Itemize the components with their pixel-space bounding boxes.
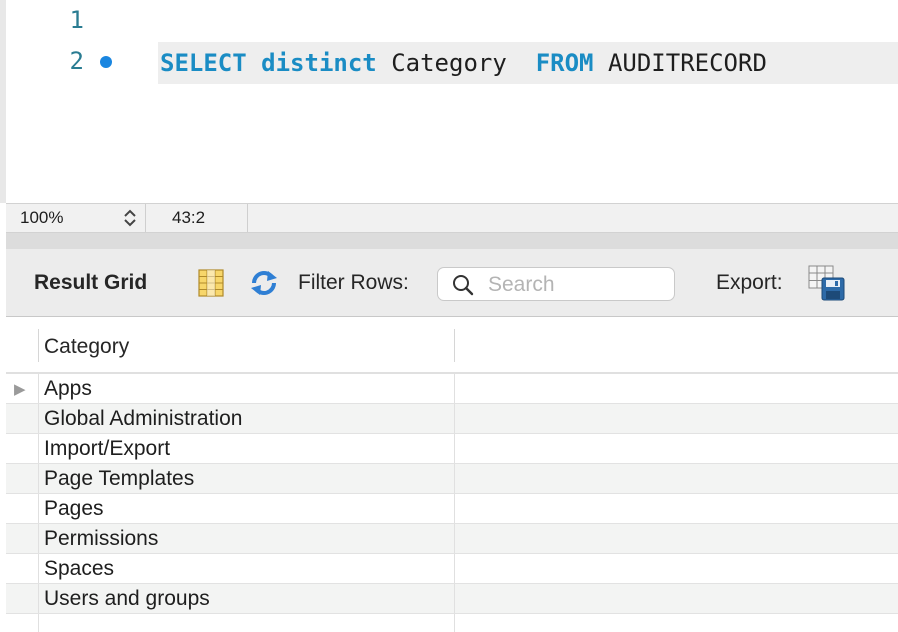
row-selector[interactable] — [6, 524, 39, 553]
zoom-control[interactable]: 100% — [6, 204, 146, 232]
refresh-icon[interactable] — [248, 269, 280, 297]
column-header-category[interactable]: Category — [39, 329, 455, 362]
cell-text: Global Administration — [44, 407, 243, 430]
table-row[interactable]: ▶ Apps — [6, 374, 898, 404]
sql-keyword: FROM — [535, 49, 594, 77]
table-row[interactable]: Spaces — [6, 554, 898, 584]
line-number: 2 — [69, 47, 84, 75]
panel-splitter[interactable] — [6, 233, 898, 249]
editor-status-bar: 100% 43:2 — [6, 203, 898, 233]
grid-layout-icon[interactable] — [198, 269, 224, 297]
row-selector[interactable] — [6, 464, 39, 493]
cell-text: Pages — [44, 497, 104, 520]
table-row[interactable]: Users and groups — [6, 584, 898, 614]
table-cell[interactable]: Page Templates — [39, 464, 455, 493]
export-icon[interactable] — [808, 265, 846, 301]
line-number: 1 — [69, 6, 84, 34]
cell-text: Spaces — [44, 557, 115, 580]
sql-editor[interactable]: 1 2 SELECT distinct Category FROM AUDITR… — [0, 0, 898, 203]
row-selector[interactable] — [6, 584, 39, 613]
cell-text: Apps — [44, 377, 92, 400]
cell-text: Page Templates — [44, 467, 195, 490]
result-grid[interactable]: Category ▶ Apps Global Administration Im… — [6, 317, 898, 632]
grid-rows: ▶ Apps Global Administration Import/Expo… — [6, 374, 898, 614]
table-cell[interactable]: Permissions — [39, 524, 455, 553]
export-label: Export: — [716, 271, 783, 294]
table-row[interactable]: Import/Export — [6, 434, 898, 464]
zoom-level: 100% — [20, 208, 64, 227]
cursor-position: 43:2 — [146, 204, 248, 232]
table-cell[interactable]: Pages — [39, 494, 455, 523]
table-cell[interactable]: Spaces — [39, 554, 455, 583]
cell-text: Import/Export — [44, 437, 171, 460]
table-row[interactable]: Permissions — [6, 524, 898, 554]
filter-search-input[interactable] — [488, 272, 668, 298]
result-toolbar: Result Grid Filter Rows: Export: — [6, 249, 898, 317]
row-selector[interactable] — [6, 404, 39, 433]
statement-marker-icon[interactable] — [100, 56, 112, 68]
table-cell[interactable]: Global Administration — [39, 404, 455, 433]
grid-header: Category — [6, 317, 898, 374]
new-row-placeholder[interactable] — [6, 614, 898, 632]
filter-search-box[interactable] — [437, 267, 675, 301]
table-cell[interactable]: Users and groups — [39, 584, 455, 613]
cell-text: Permissions — [44, 527, 159, 550]
row-selector-header[interactable] — [6, 329, 39, 362]
row-selector[interactable] — [6, 494, 39, 523]
table-row[interactable]: Pages — [6, 494, 898, 524]
search-icon — [453, 275, 474, 296]
column-header-label: Category — [44, 335, 130, 358]
sql-keyword: SELECT — [160, 49, 247, 77]
current-row-arrow-icon: ▶ — [14, 381, 26, 398]
row-selector[interactable] — [6, 554, 39, 583]
table-row[interactable]: Page Templates — [6, 464, 898, 494]
table-cell[interactable]: Apps — [39, 374, 455, 403]
cell-text: Users and groups — [44, 587, 210, 610]
sql-table: AUDITRECORD — [607, 49, 767, 77]
result-grid-tab[interactable]: Result Grid — [34, 271, 147, 295]
table-cell[interactable] — [39, 614, 455, 632]
cursor-position-value: 43:2 — [172, 208, 206, 227]
sql-statement[interactable]: SELECT distinct Category FROM AUDITRECOR… — [160, 47, 767, 79]
row-selector[interactable]: ▶ — [6, 374, 39, 403]
stepper-chevrons-icon[interactable] — [121, 206, 139, 230]
sql-keyword: distinct — [261, 49, 377, 77]
row-selector[interactable] — [6, 614, 39, 632]
table-cell[interactable]: Import/Export — [39, 434, 455, 463]
row-selector[interactable] — [6, 434, 39, 463]
table-row[interactable]: Global Administration — [6, 404, 898, 434]
sql-column: Category — [391, 49, 507, 77]
filter-rows-label: Filter Rows: — [298, 271, 409, 294]
